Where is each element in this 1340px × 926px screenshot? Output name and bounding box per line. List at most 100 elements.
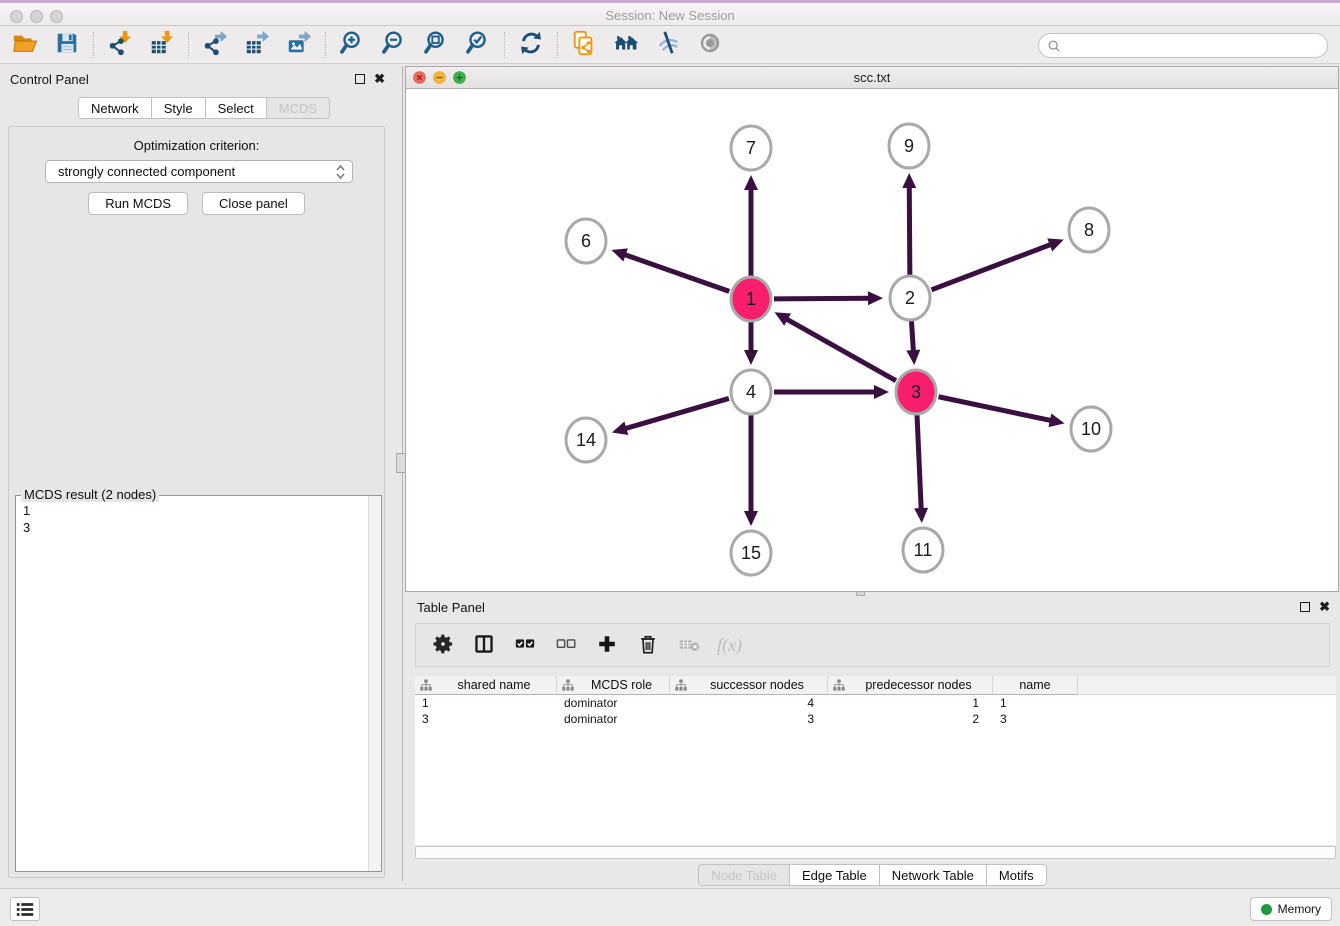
network-canvas[interactable]: 7 9 6 8 1 2 4 3 14 10 15 11 — [406, 90, 1338, 591]
open-file-button[interactable] — [10, 30, 40, 60]
first-neighbors-button[interactable] — [611, 30, 641, 60]
column-tree-icon — [675, 679, 687, 691]
toolbar-separator — [188, 32, 189, 58]
memory-button[interactable]: Memory — [1250, 897, 1332, 921]
tab-network[interactable]: Network — [78, 97, 152, 119]
column-header-filler — [1078, 676, 1336, 695]
edge-arrow-icon — [1048, 413, 1064, 427]
node-9[interactable]: 9 — [889, 124, 929, 168]
control-panel-controls: ✖ — [355, 73, 385, 84]
search-input[interactable] — [1065, 38, 1319, 53]
criterion-select[interactable]: strongly connected component — [45, 160, 353, 183]
table-row[interactable]: 3dominator323 — [415, 711, 1336, 727]
node-8[interactable]: 8 — [1069, 208, 1109, 252]
node-table-header: shared name MCDS rolesuccessor nodesprede… — [415, 676, 1336, 695]
table-mode-icon — [432, 633, 454, 658]
node-14[interactable]: 14 — [566, 418, 606, 462]
node-1[interactable]: 1 — [731, 277, 771, 321]
run-mcds-button[interactable]: Run MCDS — [88, 192, 188, 215]
table-horizontal-scrollbar[interactable] — [415, 846, 1336, 859]
function-builder-icon: f(x) — [717, 635, 742, 656]
export-image-button[interactable] — [284, 30, 314, 60]
open-file-icon — [12, 30, 38, 59]
table-tab-node-table[interactable]: Node Table — [698, 864, 790, 886]
table-panel-title: Table Panel — [417, 600, 485, 615]
zoom-in-button[interactable] — [337, 30, 367, 60]
table-tab-motifs[interactable]: Motifs — [987, 864, 1047, 886]
node-6[interactable]: 6 — [566, 219, 606, 263]
edge-4-14[interactable] — [624, 398, 729, 428]
save-session-button[interactable] — [52, 30, 82, 60]
select-all-button[interactable] — [512, 632, 538, 658]
tab-style[interactable]: Style — [152, 97, 206, 119]
column-tree-icon — [833, 679, 845, 691]
column-header-mcds-role[interactable]: MCDS role — [557, 676, 670, 695]
mcds-result-scrollbar[interactable] — [368, 496, 381, 871]
tab-mcds[interactable]: MCDS — [267, 97, 330, 119]
edge-2-9[interactable] — [909, 186, 910, 275]
float-panel-icon[interactable] — [355, 74, 365, 84]
import-network-button[interactable] — [105, 30, 135, 60]
clear-selection-button[interactable] — [553, 632, 579, 658]
column-header-shared-name[interactable]: shared name — [415, 676, 557, 695]
show-all-button[interactable] — [695, 30, 725, 60]
svg-text:15: 15 — [741, 543, 761, 563]
table-row[interactable]: 1dominator411 — [415, 695, 1336, 711]
zoom-selected-button[interactable] — [463, 30, 493, 60]
save-session-icon — [54, 30, 80, 59]
close-panel-icon[interactable]: ✖ — [374, 73, 385, 84]
toolbar-group — [10, 30, 82, 60]
column-header-predecessor-nodes[interactable]: predecessor nodes — [828, 676, 993, 695]
tab-select[interactable]: Select — [206, 97, 267, 119]
node-7[interactable]: 7 — [731, 126, 771, 170]
export-image-icon — [286, 30, 312, 59]
table-mode-button[interactable] — [430, 632, 456, 658]
edge-2-3[interactable] — [911, 321, 913, 352]
create-column-button[interactable] — [594, 632, 620, 658]
table-tab-edge-table[interactable]: Edge Table — [790, 864, 880, 886]
export-table-button[interactable] — [242, 30, 272, 60]
edge-3-10[interactable] — [939, 397, 1052, 421]
close-table-panel-icon[interactable]: ✖ — [1319, 601, 1330, 612]
node-10[interactable]: 10 — [1071, 407, 1111, 451]
float-table-panel-icon[interactable] — [1300, 602, 1310, 612]
edge-3-1[interactable] — [786, 319, 896, 381]
node-3[interactable]: 3 — [896, 370, 936, 414]
node-15[interactable]: 15 — [731, 531, 771, 575]
hide-selected-icon — [655, 30, 681, 59]
apply-layout-button[interactable] — [516, 30, 546, 60]
edge-1-6[interactable] — [624, 254, 730, 291]
node-11[interactable]: 11 — [903, 528, 943, 572]
zoom-selected-icon — [465, 30, 491, 59]
close-panel-button[interactable]: Close panel — [202, 192, 305, 215]
edge-2-8[interactable] — [932, 244, 1052, 290]
column-label: MCDS role — [574, 678, 669, 692]
toolbar-separator — [557, 32, 558, 58]
new-network-from-selection-button[interactable] — [569, 30, 599, 60]
zoom-out-button[interactable] — [379, 30, 409, 60]
column-header-name[interactable]: name — [993, 676, 1078, 695]
main-toolbar-groups — [10, 30, 725, 60]
mcds-result-item: 3 — [23, 519, 381, 536]
import-table-button[interactable] — [147, 30, 177, 60]
control-panel-tabs: NetworkStyleSelectMCDS — [78, 97, 330, 119]
show-columns-button[interactable] — [471, 632, 497, 658]
svg-text:4: 4 — [746, 382, 756, 402]
hide-selected-button[interactable] — [653, 30, 683, 60]
node-2[interactable]: 2 — [890, 276, 930, 320]
toolbar-separator — [93, 32, 94, 58]
automation-list-button[interactable] — [10, 897, 40, 921]
zoom-in-icon — [339, 30, 365, 59]
svg-text:7: 7 — [746, 138, 756, 158]
table-tab-network-table[interactable]: Network Table — [880, 864, 987, 886]
control-panel: Control Panel ✖ NetworkStyleSelectMCDS O… — [0, 66, 393, 881]
edge-arrow-icon — [744, 350, 758, 365]
zoom-fit-button[interactable] — [421, 30, 451, 60]
export-network-button[interactable] — [200, 30, 230, 60]
node-4[interactable]: 4 — [731, 370, 771, 414]
edge-1-2[interactable] — [774, 298, 870, 299]
edge-arrow-icon — [868, 291, 883, 305]
edge-3-11[interactable] — [917, 415, 921, 510]
delete-column-button[interactable] — [635, 632, 661, 658]
column-header-successor-nodes[interactable]: successor nodes — [670, 676, 828, 695]
